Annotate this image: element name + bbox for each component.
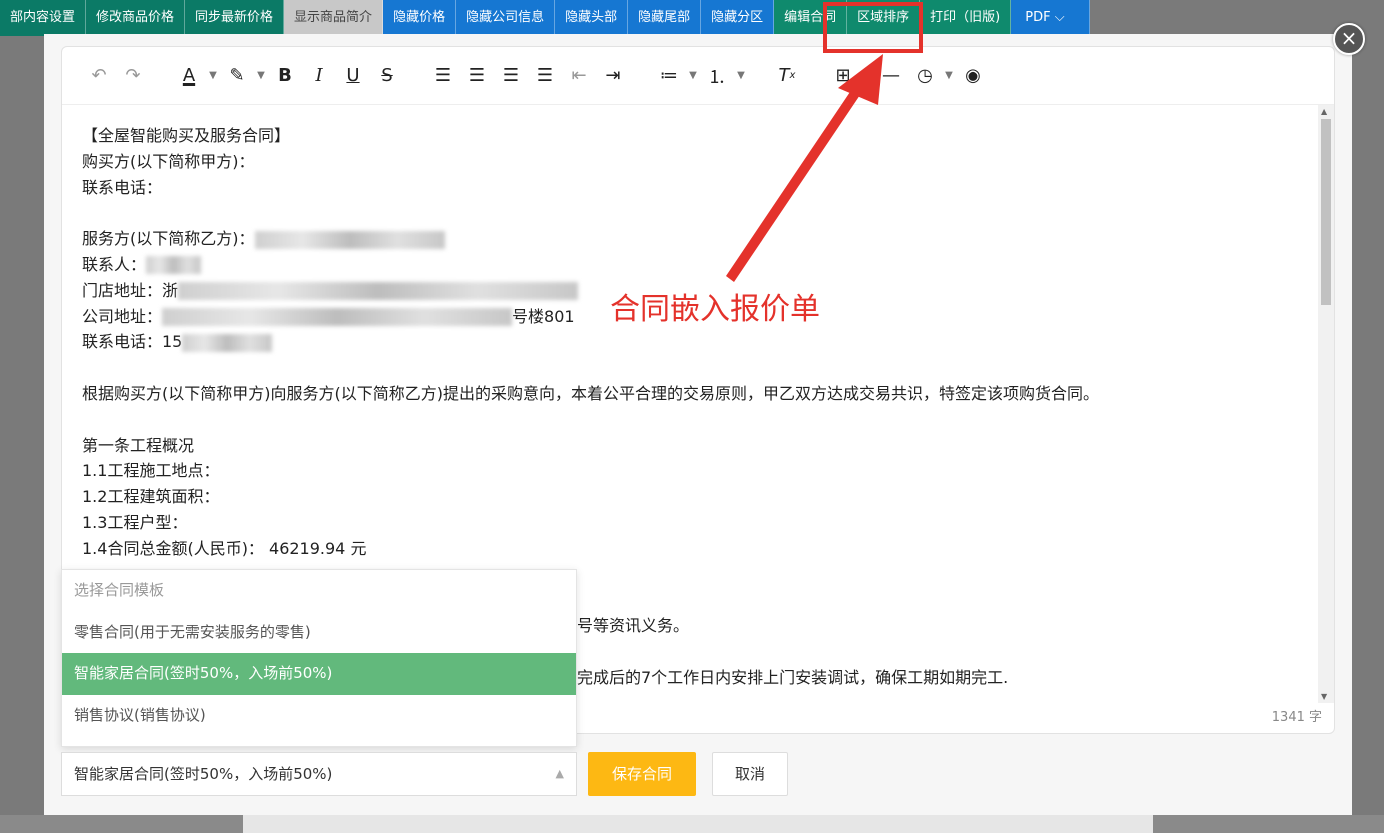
contract-title: 【全屋智能购买及服务合同】 — [82, 126, 291, 145]
chevron-down-icon[interactable]: ▼ — [254, 70, 268, 81]
scroll-thumb[interactable] — [1321, 119, 1331, 305]
background-page — [243, 815, 1153, 833]
tab-hide-company[interactable]: 隐藏公司信息 — [456, 0, 556, 36]
item-1-3: 1.3工程户型： — [82, 512, 188, 532]
section-heading: 第一条工程概况 — [82, 435, 195, 455]
tab-print-old[interactable]: 打印（旧版) — [920, 0, 1012, 36]
annotation-text: 合同嵌入报价单 — [610, 292, 820, 327]
template-select[interactable]: 智能家居合同(签时50%，入场前50%) ▲ — [61, 752, 577, 796]
font-color-icon[interactable]: A — [172, 61, 206, 91]
cancel-button[interactable]: 取消 — [712, 752, 788, 796]
redo-icon[interactable]: ↷ — [116, 61, 150, 91]
caret-up-icon: ▲ — [555, 767, 564, 780]
buyer-phone-line: 联系电话： — [82, 177, 163, 197]
numbered-list-icon[interactable]: ⒈ — [700, 61, 734, 91]
word-count: 1341 字 — [1271, 710, 1322, 725]
clear-format-icon[interactable]: Tx — [770, 61, 804, 91]
bold-icon[interactable]: B — [268, 61, 302, 91]
tab-show-intro[interactable]: 显示商品简介 — [284, 0, 384, 36]
scroll-up-icon[interactable]: ▲ — [1321, 107, 1327, 116]
chevron-down-icon[interactable]: ▼ — [686, 70, 700, 81]
dropdown-header: 选择合同模板 — [74, 581, 165, 599]
edit-contract-modal: ↶ ↷ A ▼ ✎ ▼ B I U S ☰ ☰ ☰ ☰ ⇤ ⇥ ≔ ▼ ⒈ ▼ … — [44, 34, 1352, 815]
bullet-list-icon[interactable]: ≔ — [652, 61, 686, 91]
tab-hide-section[interactable]: 隐藏分区 — [701, 0, 775, 36]
provider-phone-line: 联系电话：15 — [82, 329, 1318, 355]
align-center-icon[interactable]: ☰ — [460, 61, 494, 91]
tab-hide-price[interactable]: 隐藏价格 — [383, 0, 457, 36]
buyer-line: 购买方(以下简称甲方)： — [82, 151, 255, 171]
preview-icon[interactable]: ◉ — [956, 61, 990, 91]
template-option-smart-home[interactable]: 智能家居合同(签时50%，入场前50%) — [62, 653, 576, 695]
tab-hide-header[interactable]: 隐藏头部 — [555, 0, 629, 36]
align-justify-icon[interactable]: ☰ — [528, 61, 562, 91]
tab-sync-price[interactable]: 同步最新价格 — [185, 0, 285, 36]
close-icon[interactable]: × — [1333, 23, 1365, 55]
editor-toolbar: ↶ ↷ A ▼ ✎ ▼ B I U S ☰ ☰ ☰ ☰ ⇤ ⇥ ≔ ▼ ⒈ ▼ … — [62, 47, 1334, 105]
strikethrough-icon[interactable]: S — [370, 61, 404, 91]
contact-line: 联系人： — [82, 252, 1318, 278]
indent-icon[interactable]: ⇥ — [596, 61, 630, 91]
align-left-icon[interactable]: ☰ — [426, 61, 460, 91]
intro-paragraph: 根据购买方(以下简称甲方)向服务方(以下简称乙方)提出的采购意向，本着公平合理的… — [82, 383, 1099, 403]
chevron-down-icon[interactable]: ▼ — [734, 70, 748, 81]
italic-icon[interactable]: I — [302, 61, 336, 91]
annotation-highlight-box — [823, 2, 923, 53]
selected-template-text: 智能家居合同(签时50%，入场前50%) — [74, 765, 333, 783]
editor-scrollbar[interactable]: ▲ ▼ — [1318, 105, 1334, 703]
horizontal-rule-icon[interactable]: — — [874, 61, 908, 91]
chevron-down-icon[interactable]: ▼ — [942, 70, 956, 81]
underline-icon[interactable]: U — [336, 61, 370, 91]
outdent-icon[interactable]: ⇤ — [562, 61, 596, 91]
time-icon[interactable]: ◷ — [908, 61, 942, 91]
save-contract-button[interactable]: 保存合同 — [588, 752, 696, 796]
chevron-down-icon[interactable]: ▼ — [206, 70, 220, 81]
item-1-4: 1.4合同总金额(人民币)： 46219.94 元 — [82, 538, 367, 558]
chevron-down-icon[interactable]: ▼ — [860, 70, 874, 81]
item-1-1: 1.1工程施工地点： — [82, 461, 220, 481]
scroll-down-icon[interactable]: ▼ — [1321, 692, 1327, 701]
provider-line: 服务方(以下简称乙方)： — [82, 226, 1318, 252]
template-dropdown-menu: 选择合同模板 零售合同(用于无需安装服务的零售) 智能家居合同(签时50%，入场… — [61, 569, 577, 747]
align-right-icon[interactable]: ☰ — [494, 61, 528, 91]
undo-icon[interactable]: ↶ — [82, 61, 116, 91]
table-icon[interactable]: ⊞ — [826, 61, 860, 91]
template-option-sales-agreement[interactable]: 销售协议(销售协议) — [62, 695, 576, 737]
template-option-retail[interactable]: 零售合同(用于无需安装服务的零售) — [62, 612, 576, 654]
tab-content-settings[interactable]: 部内容设置 — [0, 0, 87, 36]
top-tab-bar: 部内容设置 修改商品价格 同步最新价格 显示商品简介 隐藏价格 隐藏公司信息 隐… — [0, 0, 1090, 36]
tab-edit-price[interactable]: 修改商品价格 — [86, 0, 186, 36]
tab-pdf-dropdown[interactable]: PDF ⌵ — [1011, 0, 1090, 36]
highlight-icon[interactable]: ✎ — [220, 61, 254, 91]
tab-hide-footer[interactable]: 隐藏尾部 — [628, 0, 702, 36]
item-1-2: 1.2工程建筑面积： — [82, 487, 220, 507]
